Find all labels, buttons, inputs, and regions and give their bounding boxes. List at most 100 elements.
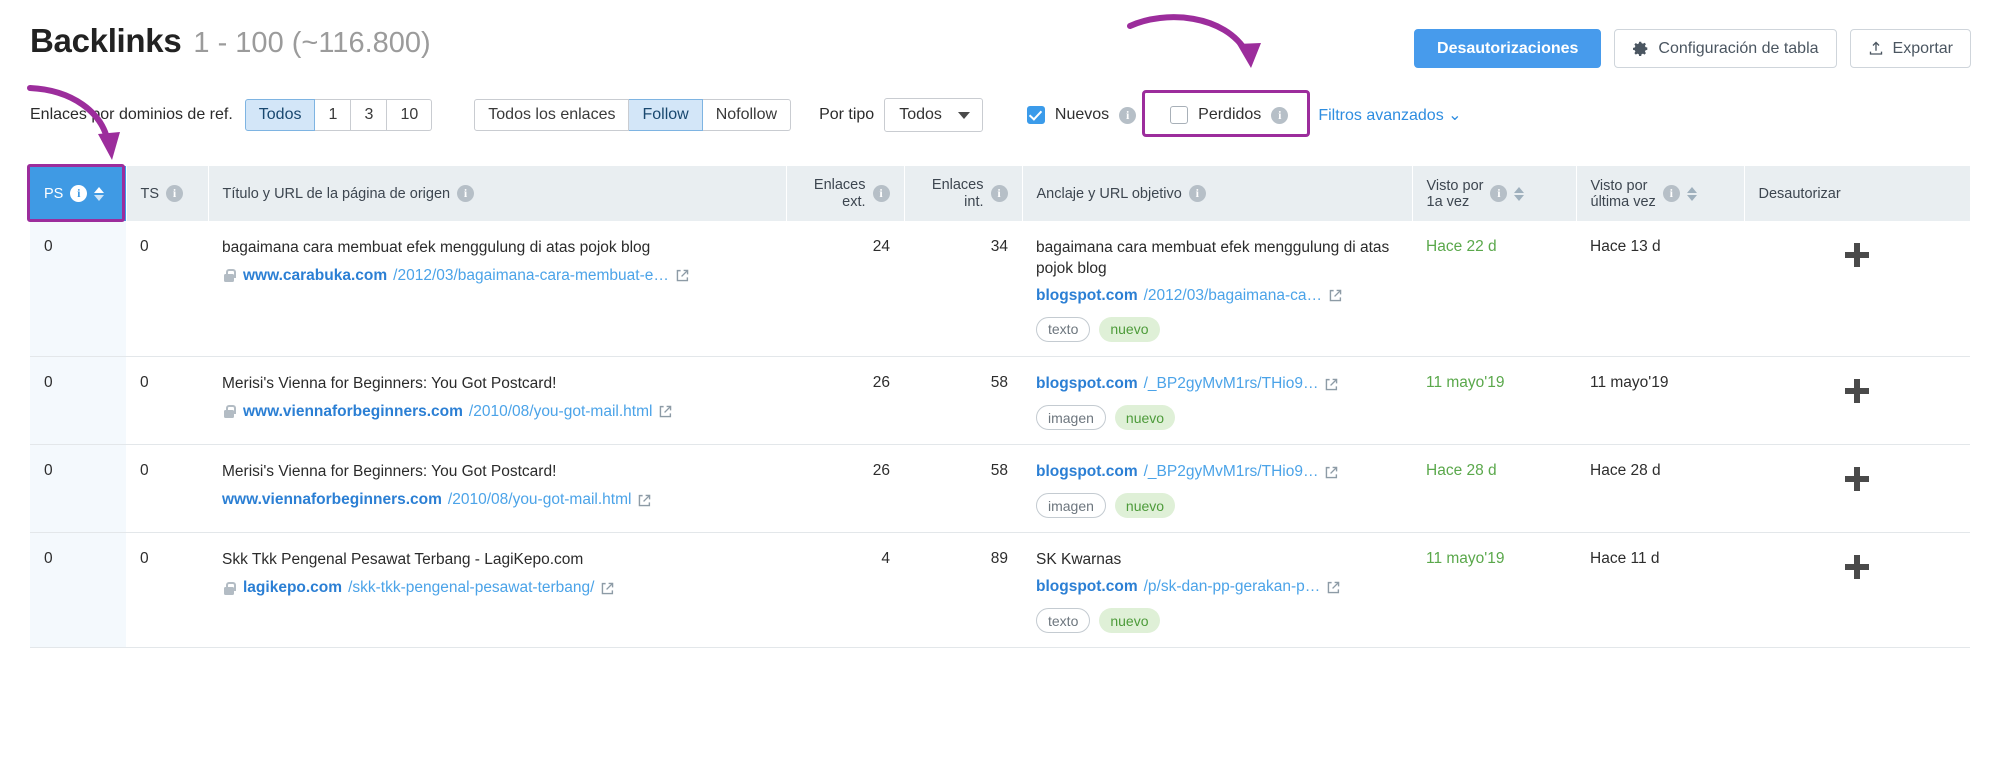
link-type-option-follow[interactable]: Follow [629, 99, 703, 131]
cell-ext-links: 24 [786, 221, 904, 357]
disavows-button-label: Desautorizaciones [1437, 39, 1579, 57]
target-path: /2012/03/bagaimana-ca… [1143, 286, 1322, 304]
info-icon[interactable]: i [166, 185, 184, 202]
disavows-button[interactable]: Desautorizaciones [1414, 29, 1602, 68]
info-icon[interactable]: i [457, 185, 475, 202]
header-actions: Desautorizaciones Configuración de tabla… [1414, 29, 1971, 68]
table-settings-button[interactable]: Configuración de tabla [1614, 29, 1837, 68]
external-link-icon[interactable] [600, 581, 615, 596]
target-domain[interactable]: blogspot.com [1036, 374, 1138, 394]
target-domain[interactable]: blogspot.com [1036, 462, 1138, 482]
link-type-segmented: Todos los enlaces Follow Nofollow [474, 99, 792, 131]
external-link-icon[interactable] [1324, 377, 1339, 392]
target-url[interactable]: blogspot.com/2012/03/bagaimana-ca… [1036, 286, 1398, 306]
link-type-option-nofollow[interactable]: Nofollow [702, 99, 792, 131]
cell-ext-links: 26 [786, 444, 904, 534]
new-checkbox-box[interactable] [1026, 106, 1045, 124]
target-url[interactable]: blogspot.com/p/sk-dan-pp-gerakan-p… [1036, 577, 1398, 597]
source-url[interactable]: lagikepo.com/skk-tkk-pengenal-pesawat-te… [222, 578, 772, 598]
table-header-row: PS i TS i Título y URL de la página de o… [30, 166, 1971, 221]
column-header-ts[interactable]: TS i [126, 166, 209, 221]
cell-disavow [1744, 532, 1970, 649]
column-header-anchor: Anclaje y URL objetivo i [1022, 166, 1413, 221]
cell-ts: 0 [126, 444, 208, 534]
target-domain[interactable]: blogspot.com [1036, 577, 1138, 597]
disavow-add-button[interactable] [1758, 550, 1956, 588]
column-header-ts-label: TS [140, 185, 160, 202]
lost-checkbox-box[interactable] [1170, 106, 1189, 124]
column-header-ps-label: PS [44, 185, 64, 202]
advanced-filters-link[interactable]: Filtros avanzados ⌄ [1318, 105, 1461, 125]
lock-icon [222, 268, 236, 283]
info-icon[interactable]: i [1271, 106, 1289, 124]
cell-ts: 0 [126, 356, 208, 446]
tag-nuevo: nuevo [1099, 608, 1160, 634]
external-link-icon[interactable] [658, 404, 673, 419]
disavow-add-button[interactable] [1758, 238, 1956, 276]
backlinks-table: PS i TS i Título y URL de la página de o… [30, 166, 1971, 649]
info-icon[interactable]: i [872, 185, 890, 202]
external-link-icon[interactable] [1324, 465, 1339, 480]
external-link-icon[interactable] [637, 493, 652, 508]
cell-first-seen: 11 mayo'19 [1412, 532, 1576, 649]
info-icon[interactable]: i [70, 185, 88, 202]
source-path: /2010/08/you-got-mail.html [447, 491, 632, 509]
external-link-icon[interactable] [675, 268, 690, 283]
source-domain[interactable]: www.viennaforbeginners.com [222, 490, 442, 510]
new-checkbox[interactable]: Nuevos i [1026, 106, 1137, 124]
target-url[interactable]: blogspot.com /_BP2gyMvM1rs/THio9… [1036, 374, 1398, 394]
info-icon[interactable]: i [1188, 185, 1206, 202]
column-header-last-seen-label: Visto por última vez [1590, 177, 1656, 210]
table-row: 0 0 bagaimana cara membuat efek menggulung… [30, 221, 1970, 357]
sort-icon[interactable] [94, 186, 105, 201]
lock-icon [222, 581, 236, 596]
source-domain[interactable]: www.viennaforbeginners.com [243, 402, 463, 422]
tag-nuevo: nuevo [1114, 405, 1176, 431]
sort-icon[interactable] [1686, 186, 1697, 201]
info-icon[interactable]: i [1119, 106, 1137, 124]
sort-icon[interactable] [1514, 186, 1525, 201]
table-row: 0 0 Skk Tkk Pengenal Pesawat Terbang - Lag… [30, 532, 1970, 649]
ref-domains-option-3[interactable]: 3 [351, 99, 388, 131]
by-type-label: Por tipo [819, 106, 875, 123]
tag-nuevo: nuevo [1114, 493, 1176, 519]
tag-texto: texto [1036, 316, 1091, 342]
source-url[interactable]: www.viennaforbeginners.com/2010/08/you-g… [222, 402, 772, 422]
target-url[interactable]: blogspot.com /_BP2gyMvM1rs/THio9… [1036, 462, 1398, 482]
info-icon[interactable]: i [990, 185, 1008, 202]
column-header-ps[interactable]: PS i [30, 166, 127, 221]
cell-ext-links: 26 [786, 356, 904, 446]
column-header-last-seen[interactable]: Visto por última vez i [1576, 166, 1745, 221]
lost-checkbox[interactable]: Perdidos i [1170, 106, 1289, 124]
disavow-add-button[interactable] [1758, 462, 1956, 500]
export-button[interactable]: Exportar [1849, 29, 1971, 68]
source-domain[interactable]: lagikepo.com [243, 578, 342, 598]
ref-domains-option-1[interactable]: 1 [315, 99, 352, 131]
source-domain[interactable]: www.carabuka.com [243, 266, 387, 286]
external-link-icon[interactable] [1328, 288, 1343, 303]
info-icon[interactable]: i [1490, 185, 1508, 202]
advanced-filters-label: Filtros avanzados [1318, 107, 1444, 124]
cell-first-seen: Hace 22 d [1412, 221, 1576, 357]
column-header-int-links: Enlaces int. i [904, 166, 1023, 221]
tag-list: imagen nuevo [1036, 493, 1398, 519]
page-header: Backlinks 1 - 100 (~116.800) Desautoriza… [0, 0, 1999, 86]
disavow-add-button[interactable] [1758, 374, 1956, 412]
column-header-int-links-label: Enlaces int. [931, 177, 984, 210]
ref-domains-option-10[interactable]: 10 [387, 99, 433, 131]
link-type-option-all[interactable]: Todos los enlaces [474, 99, 630, 131]
target-domain[interactable]: blogspot.com [1036, 286, 1138, 306]
by-type-select[interactable]: Todos [884, 98, 983, 132]
info-icon[interactable]: i [1662, 185, 1680, 202]
external-link-icon[interactable] [1326, 580, 1341, 595]
column-header-anchor-label: Anclaje y URL objetivo [1036, 185, 1182, 202]
column-header-first-seen[interactable]: Visto por 1a vez i [1412, 166, 1577, 221]
ref-domains-option-todos[interactable]: Todos [244, 99, 316, 131]
page-title-range: 1 - 100 (~116.800) [193, 27, 431, 59]
source-url[interactable]: www.viennaforbeginners.com/2010/08/you-g… [222, 490, 772, 510]
source-url[interactable]: www.carabuka.com/2012/03/bagaimana-cara-… [222, 266, 772, 286]
plus-icon [1845, 467, 1869, 492]
tag-list: texto nuevo [1036, 608, 1398, 634]
target-path: /_BP2gyMvM1rs/THio9… [1143, 463, 1319, 481]
tag-nuevo: nuevo [1099, 316, 1160, 342]
